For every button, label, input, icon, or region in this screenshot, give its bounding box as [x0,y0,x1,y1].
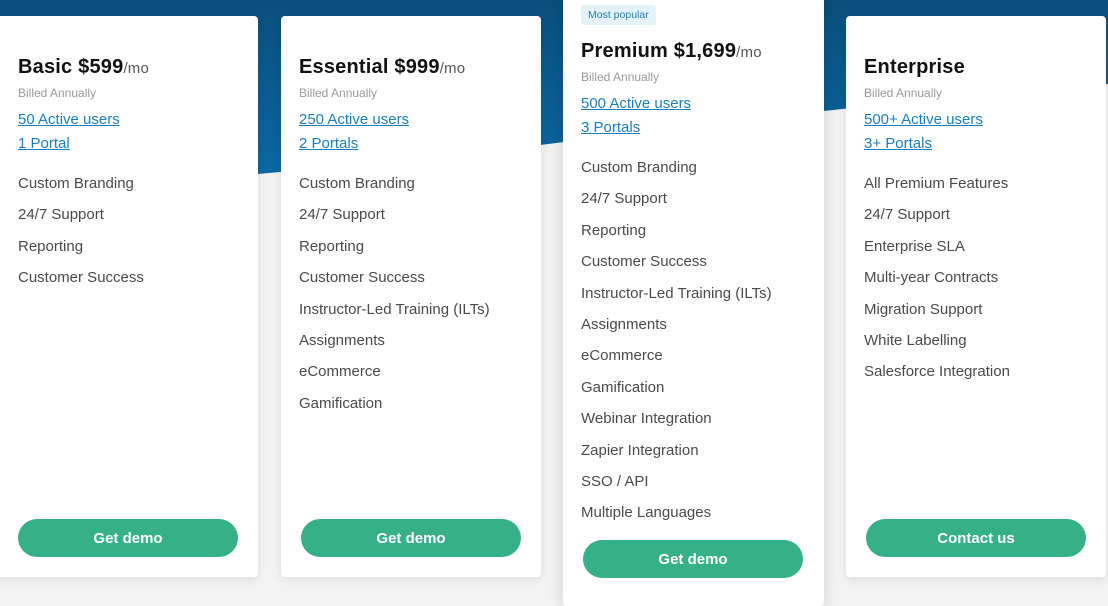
feature-item: Webinar Integration [581,410,712,428]
feature-item: Custom Branding [18,175,134,192]
get-demo-button[interactable]: Get demo [18,519,238,557]
feature-item: eCommerce [299,363,381,381]
feature-item: Assignments [581,315,667,333]
plan-title: Premium $1,699/mo [581,40,762,62]
feature-item: Multi-year Contracts [864,269,999,287]
feature-list: All Premium Features 24/7 Support Enterp… [864,173,1010,393]
billing-note: Billed Annually [581,70,660,84]
feature-list: Custom Branding 24/7 Support Reporting C… [581,157,772,534]
plan-card-basic: Basic $599/mo Billed Annually 50 Active … [0,16,258,577]
plan-card-essential: Essential $999/mo Billed Annually 250 Ac… [281,16,541,577]
feature-list: Custom Branding 24/7 Support Reporting C… [18,173,144,299]
contact-us-button[interactable]: Contact us [866,519,1086,557]
feature-item: Multiple Languages [581,504,712,522]
feature-item: 24/7 Support [299,206,385,224]
feature-item: Salesforce Integration [864,363,1010,381]
active-users-link[interactable]: 50 Active users [18,111,120,128]
feature-item: 24/7 Support [864,206,950,224]
feature-item: Customer Success [299,269,425,287]
portals-link[interactable]: 3+ Portals [864,135,932,152]
billing-note: Billed Annually [18,86,97,100]
plan-title: Basic $599/mo [18,56,150,78]
plan-card-premium: Most popular Premium $1,699/mo Billed An… [563,0,824,606]
get-demo-button[interactable]: Get demo [301,519,521,557]
get-demo-button[interactable]: Get demo [583,540,803,578]
feature-item: Assignments [299,331,385,349]
most-popular-badge: Most popular [581,5,656,25]
active-users-link[interactable]: 250 Active users [299,111,409,128]
billing-note: Billed Annually [299,86,378,100]
plan-title: Essential $999/mo [299,56,466,78]
feature-item: White Labelling [864,331,967,349]
feature-item: Zapier Integration [581,441,699,459]
feature-item: Reporting [299,237,365,255]
feature-item: Custom Branding [581,159,697,176]
feature-item: Reporting [581,221,647,239]
portals-link[interactable]: 1 Portal [18,135,70,152]
feature-item: Instructor-Led Training (ILTs) [581,284,772,302]
feature-item: Enterprise SLA [864,237,965,255]
plan-title: Enterprise [864,56,965,78]
feature-item: eCommerce [581,347,663,365]
plan-card-enterprise: Enterprise Billed Annually 500+ Active u… [846,16,1106,577]
feature-item: Custom Branding [299,175,415,192]
feature-item: Gamification [581,378,665,396]
feature-item: 24/7 Support [18,206,104,224]
feature-item: All Premium Features [864,175,1009,192]
feature-list: Custom Branding 24/7 Support Reporting C… [299,173,490,424]
active-users-link[interactable]: 500+ Active users [864,111,983,128]
portals-link[interactable]: 2 Portals [299,135,358,152]
feature-item: Gamification [299,394,383,412]
feature-item: Customer Success [581,253,707,271]
feature-item: Instructor-Led Training (ILTs) [299,300,490,318]
active-users-link[interactable]: 500 Active users [581,95,691,112]
feature-item: Migration Support [864,300,983,318]
feature-item: SSO / API [581,472,649,490]
feature-item: 24/7 Support [581,190,667,208]
feature-item: Customer Success [18,269,144,287]
feature-item: Reporting [18,237,84,255]
billing-note: Billed Annually [864,86,943,100]
portals-link[interactable]: 3 Portals [581,119,640,136]
